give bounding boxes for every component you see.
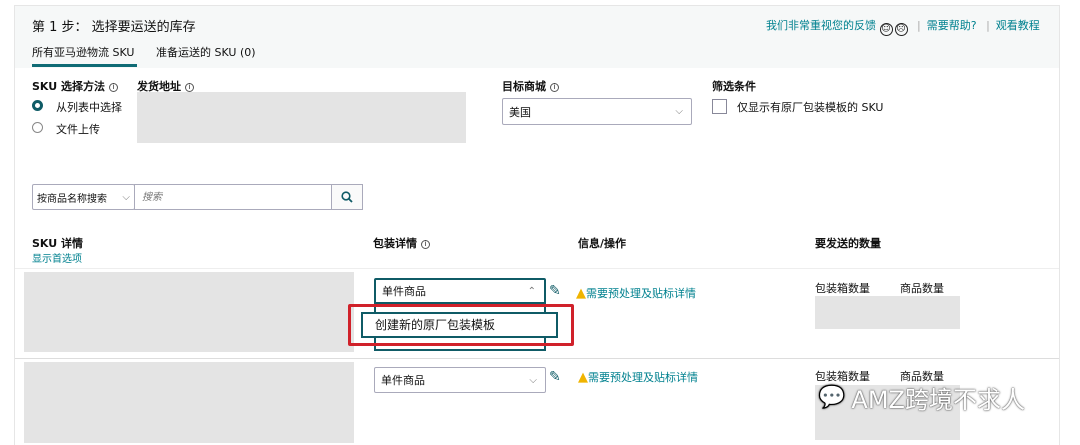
prep-info[interactable]: ▲需要预处理及贴标详情	[578, 369, 698, 385]
radio-list-label: 从列表中选择	[56, 101, 122, 114]
filter-checkbox[interactable]	[712, 99, 727, 114]
info-icon: i	[550, 83, 559, 92]
divider	[15, 358, 1059, 359]
radio-upload[interactable]	[32, 122, 43, 133]
search-type-select[interactable]: 按商品名称搜索 ⌵	[32, 184, 135, 210]
pack-select[interactable]: 单件商品 ⌵	[374, 367, 546, 393]
marketplace-select[interactable]: 美国 ⌵	[502, 98, 692, 125]
box-qty-label: 包装箱数量	[815, 282, 870, 295]
separator: |	[917, 19, 921, 32]
info-icon: i	[421, 240, 430, 249]
page-title: 第 1 步： 选择要运送的库存	[32, 20, 196, 35]
qty-inputs-redacted	[815, 296, 960, 329]
watermark: 💬 AMZ跨境不求人	[818, 385, 1025, 414]
search-button[interactable]	[331, 184, 363, 210]
help-link[interactable]: 需要帮助?	[927, 19, 977, 32]
sku-details-redacted	[24, 362, 354, 443]
ship-from-address-redacted	[137, 92, 466, 143]
feedback-link[interactable]: 我们非常重视您的反馈	[766, 19, 876, 32]
unit-qty-label: 商品数量	[900, 282, 944, 295]
prep-info[interactable]: ▲需要预处理及贴标详情	[576, 285, 696, 301]
tab-ready-skus[interactable]: 准备运送的 SKU (0)	[156, 44, 256, 60]
info-icon: i	[109, 83, 119, 92]
pack-select[interactable]: 单件商品 ⌃	[374, 278, 546, 304]
chevron-down-icon: ⌵	[529, 374, 537, 386]
separator: |	[986, 19, 990, 32]
sad-face-icon[interactable]: ☹	[894, 23, 908, 36]
sku-method-label: SKU 选择方法 i	[32, 78, 119, 94]
filter-label: 筛选条件	[712, 80, 756, 93]
warning-icon: ▲	[578, 370, 588, 385]
radio-upload-label: 文件上传	[56, 123, 100, 136]
filter-checkbox-label: 仅显示有原厂包装模板的 SKU	[737, 101, 884, 114]
wechat-icon: 💬	[818, 385, 846, 410]
dropdown-option-create-template[interactable]: 创建新的原厂包装模板	[361, 312, 558, 338]
column-header-sku: SKU 详情	[32, 237, 84, 250]
radio-list[interactable]	[32, 100, 43, 111]
chevron-down-icon: ⌵	[675, 106, 683, 117]
column-header-info: 信息/操作	[578, 237, 627, 250]
marketplace-label: 目标商城 i	[502, 78, 559, 94]
prep-link: 需要预处理及贴标详情	[586, 287, 696, 300]
happy-face-icon[interactable]: ☺	[879, 23, 893, 36]
tab-all-skus[interactable]: 所有亚马逊物流 SKU	[32, 44, 134, 60]
column-header-pack: 包装详情 i	[373, 235, 430, 251]
tutorial-link[interactable]: 观看教程	[996, 19, 1040, 32]
pencil-icon[interactable]: ✎	[549, 369, 561, 385]
header-links: 我们非常重视您的反馈 ☺ ☹ | 需要帮助? | 观看教程	[766, 17, 1040, 36]
show-preferences-link[interactable]: 显示首选项	[32, 250, 82, 265]
active-tab-indicator	[32, 64, 137, 67]
chevron-down-icon: ⌵	[122, 191, 130, 203]
warning-icon: ▲	[576, 286, 586, 301]
search-input[interactable]	[134, 184, 332, 210]
prep-link: 需要预处理及贴标详情	[588, 371, 698, 384]
pencil-icon[interactable]: ✎	[549, 283, 561, 299]
chevron-up-icon: ⌃	[527, 285, 536, 297]
divider	[15, 268, 1059, 269]
column-header-qty: 要发送的数量	[815, 237, 881, 250]
sku-details-redacted	[24, 272, 354, 352]
info-icon: i	[185, 83, 194, 92]
search-icon	[341, 191, 353, 203]
